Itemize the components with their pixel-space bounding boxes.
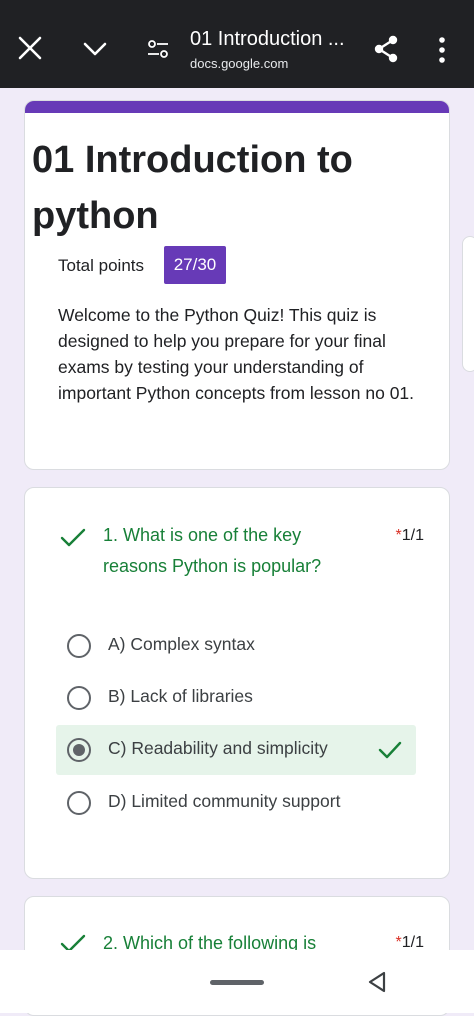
more-vert-icon[interactable] xyxy=(434,36,450,64)
side-panel-handle[interactable] xyxy=(462,236,474,372)
back-triangle-icon[interactable] xyxy=(366,970,388,994)
question-score: *1/1 xyxy=(396,527,424,545)
home-gesture-pill[interactable] xyxy=(210,980,264,985)
correct-check-icon xyxy=(60,528,86,547)
option-label: A) Complex syntax xyxy=(108,634,255,654)
form-description: Welcome to the Python Quiz! This quiz is… xyxy=(58,305,415,403)
radio-button[interactable] xyxy=(67,634,91,658)
score-value: 1/1 xyxy=(401,934,424,951)
close-icon[interactable] xyxy=(16,34,44,62)
option-b[interactable]: B) Lack of libraries xyxy=(56,673,416,723)
question-text: 1. What is one of the key reasons Python… xyxy=(103,525,322,576)
option-label: B) Lack of libraries xyxy=(108,686,253,706)
option-label: D) Limited community support xyxy=(108,791,341,811)
option-a[interactable]: A) Complex syntax xyxy=(56,621,416,671)
option-label: C) Readability and simplicity xyxy=(108,738,328,758)
option-c[interactable]: C) Readability and simplicity xyxy=(56,725,416,775)
page-url[interactable]: docs.google.com xyxy=(190,56,288,71)
total-points-label: Total points xyxy=(58,256,144,275)
share-icon[interactable] xyxy=(372,34,400,64)
header-accent-bar xyxy=(25,101,449,113)
tune-icon[interactable] xyxy=(146,38,170,62)
radio-button-selected[interactable] xyxy=(67,738,91,762)
radio-button[interactable] xyxy=(67,791,91,815)
score-value: 1/1 xyxy=(401,527,424,544)
browser-toolbar: 01 Introduction ... docs.google.com xyxy=(0,0,474,88)
radio-button[interactable] xyxy=(67,686,91,710)
page-title[interactable]: 01 Introduction ... xyxy=(190,28,345,51)
chevron-down-icon[interactable] xyxy=(80,38,110,60)
form-title: 01 Introduction to python xyxy=(32,139,353,237)
total-points-badge: 27/30 xyxy=(164,246,226,284)
system-nav-bar xyxy=(0,950,474,1013)
correct-check-icon xyxy=(378,741,402,759)
option-d[interactable]: D) Limited community support xyxy=(56,778,416,828)
